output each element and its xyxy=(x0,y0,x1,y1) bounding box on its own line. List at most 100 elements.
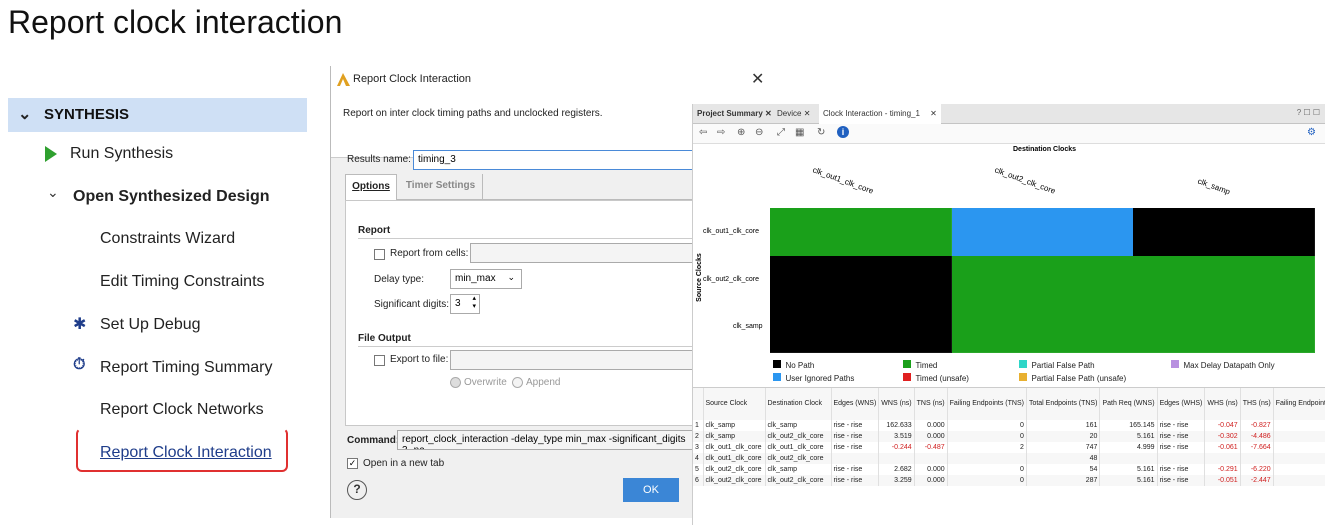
legend-swatch xyxy=(773,360,781,368)
tab-clock-interaction[interactable]: Clock Interaction - timing_1 ✕ xyxy=(819,104,941,124)
open-new-tab-checkbox[interactable]: ✓ xyxy=(347,458,358,469)
table-cell: 3.259 xyxy=(878,475,915,486)
table-row[interactable]: 4clk_out1_clk_coreclk_out2_clk_core48048… xyxy=(693,453,1325,464)
table-cell: rise - rise xyxy=(1157,464,1206,475)
table-cell: 747 xyxy=(1026,442,1101,453)
gear-icon[interactable]: ⚙ xyxy=(1307,127,1316,138)
legend-item: Max Delay Datapath Only xyxy=(1171,355,1275,373)
source-clock-label: clk_out2_clk_core xyxy=(703,276,760,283)
stepper-arrows-icon[interactable]: ▴ ▾ xyxy=(472,295,476,311)
tab-label: Clock Interaction - timing_1 xyxy=(823,109,920,118)
report-from-cells-checkbox[interactable] xyxy=(374,249,385,260)
table-row[interactable]: 5 clk_out2_clk_core clk_samp rise - rise 2.6… xyxy=(693,464,1325,475)
matrix-cell[interactable] xyxy=(951,208,1134,257)
table-cell: 6 xyxy=(693,475,704,486)
nav-set-up-debug[interactable]: Set Up Debug xyxy=(100,316,201,334)
dest-clock-label: clk_out1_clk_core xyxy=(811,165,875,196)
table-header[interactable]: THS (ns) xyxy=(1240,388,1274,420)
dest-clock-label: clk_samp xyxy=(1196,176,1232,197)
matrix-cell[interactable] xyxy=(1133,256,1316,305)
tab-options[interactable]: Options xyxy=(345,174,397,200)
nav-report-clock-networks[interactable]: Report Clock Networks xyxy=(100,401,264,419)
close-icon[interactable]: ✕ xyxy=(751,69,764,89)
vivado-logo-icon xyxy=(337,73,350,86)
table-cell: 2 xyxy=(693,431,704,442)
flow-section-synthesis[interactable]: ⌄ SYNTHESIS xyxy=(8,98,307,132)
table-cell xyxy=(1099,453,1158,464)
legend-item: Timed (unsafe) xyxy=(903,368,969,386)
help-button[interactable]: ? xyxy=(347,480,367,500)
table-cell: clk_out1_clk_core xyxy=(703,453,766,464)
table-header[interactable]: Path Req (WNS) xyxy=(1099,388,1158,420)
table-cell: clk_out2_clk_core xyxy=(703,475,766,486)
matrix-cell[interactable] xyxy=(770,304,953,353)
significant-digits-stepper[interactable]: 3 ▴ ▾ xyxy=(450,294,480,314)
table-header[interactable]: Source Clock xyxy=(703,388,766,420)
table-cell: 165.145 xyxy=(1099,420,1158,431)
back-icon[interactable]: ⇦ xyxy=(699,127,707,138)
legend-label: User Ignored Paths xyxy=(785,374,855,383)
table-header[interactable]: Edges (WHS) xyxy=(1157,388,1206,420)
export-to-file-checkbox[interactable] xyxy=(374,355,385,366)
table-cell: 0.000 xyxy=(914,431,948,442)
file-output-section-title: File Output xyxy=(358,333,411,344)
zoom-out-icon[interactable]: ⊖ xyxy=(755,127,763,138)
table-cell: rise - rise xyxy=(1157,442,1206,453)
table-cell: -0.827 xyxy=(1240,420,1274,431)
table-header[interactable]: Total Endpoints (TNS) xyxy=(1026,388,1101,420)
info-icon[interactable]: i xyxy=(837,126,849,138)
append-radio[interactable] xyxy=(512,377,523,388)
table-header[interactable]: Edges (WNS) xyxy=(831,388,880,420)
table-cell xyxy=(947,453,1027,464)
matrix-cell[interactable] xyxy=(770,208,953,257)
table-cell: clk_samp xyxy=(703,420,766,431)
nav-report-timing-summary[interactable]: Report Timing Summary xyxy=(100,359,273,377)
tab-timer-settings[interactable]: Timer Settings xyxy=(399,174,483,200)
dialog-description-area: Report on inter clock timing paths and u… xyxy=(331,94,693,158)
nav-open-synthesized-design[interactable]: Open Synthesized Design xyxy=(73,188,269,206)
forward-icon[interactable]: ⇨ xyxy=(717,127,725,138)
refresh-icon[interactable]: ↻ xyxy=(817,127,825,138)
table-cell: rise - rise xyxy=(831,420,880,431)
table-header[interactable]: WNS (ns) xyxy=(878,388,915,420)
chart-icon[interactable]: ▦ xyxy=(795,127,804,138)
nav-run-synthesis[interactable]: Run Synthesis xyxy=(70,145,173,163)
window-controls[interactable]: ? ☐ ☐ xyxy=(1297,108,1320,117)
tab-project-summary[interactable]: Project Summary ✕ xyxy=(693,104,776,124)
zoom-in-icon[interactable]: ⊕ xyxy=(737,127,745,138)
matrix-cell[interactable] xyxy=(951,256,1134,305)
matrix-cell[interactable] xyxy=(951,304,1134,353)
table-row[interactable]: 6 clk_out2_clk_core clk_out2_clk_core rise … xyxy=(693,475,1325,486)
table-row[interactable]: 3 clk_out1_clk_core clk_out1_clk_core rise … xyxy=(693,442,1325,453)
matrix-cell[interactable] xyxy=(770,256,953,305)
table-header[interactable]: TNS (ns) xyxy=(914,388,948,420)
table-header[interactable]: Failing Endpoints (THS) xyxy=(1273,388,1325,420)
table-header[interactable] xyxy=(693,388,704,420)
table-cell: -0.302 xyxy=(1204,431,1241,442)
table-header[interactable]: WHS (ns) xyxy=(1204,388,1241,420)
nav-constraints-wizard[interactable]: Constraints Wizard xyxy=(100,230,235,248)
fit-icon[interactable]: ⤢ xyxy=(777,127,785,138)
delay-type-select[interactable]: min_max ⌄ xyxy=(450,269,522,289)
tab-label: Device xyxy=(777,109,802,118)
table-cell: -0.291 xyxy=(1204,464,1241,475)
results-name-input[interactable]: timing_3 xyxy=(413,150,693,170)
table-row[interactable]: 1 clk_samp clk_samp rise - rise 162.633 0.000… xyxy=(693,420,1325,431)
close-icon[interactable]: ✕ xyxy=(765,109,772,118)
ok-button[interactable]: OK xyxy=(623,478,679,502)
matrix-cell[interactable] xyxy=(1133,304,1316,353)
tab-device[interactable]: Device ✕ xyxy=(773,104,814,124)
overwrite-radio[interactable] xyxy=(450,377,461,388)
close-icon[interactable]: ✕ xyxy=(930,109,937,118)
nav-edit-timing-constraints[interactable]: Edit Timing Constraints xyxy=(100,273,265,291)
table-cell: -0.244 xyxy=(878,442,915,453)
run-synthesis-icon xyxy=(45,146,57,162)
clock-interaction-matrix[interactable] xyxy=(770,208,1316,353)
table-cell: 162.633 xyxy=(878,420,915,431)
table-row[interactable]: 2 clk_samp clk_out2_clk_core rise - rise 3.5… xyxy=(693,431,1325,442)
table-cell: 24 xyxy=(1273,420,1325,431)
matrix-cell[interactable] xyxy=(1133,208,1316,257)
close-icon[interactable]: ✕ xyxy=(804,109,811,118)
table-header[interactable]: Destination Clock xyxy=(765,388,832,420)
table-header[interactable]: Failing Endpoints (TNS) xyxy=(947,388,1027,420)
